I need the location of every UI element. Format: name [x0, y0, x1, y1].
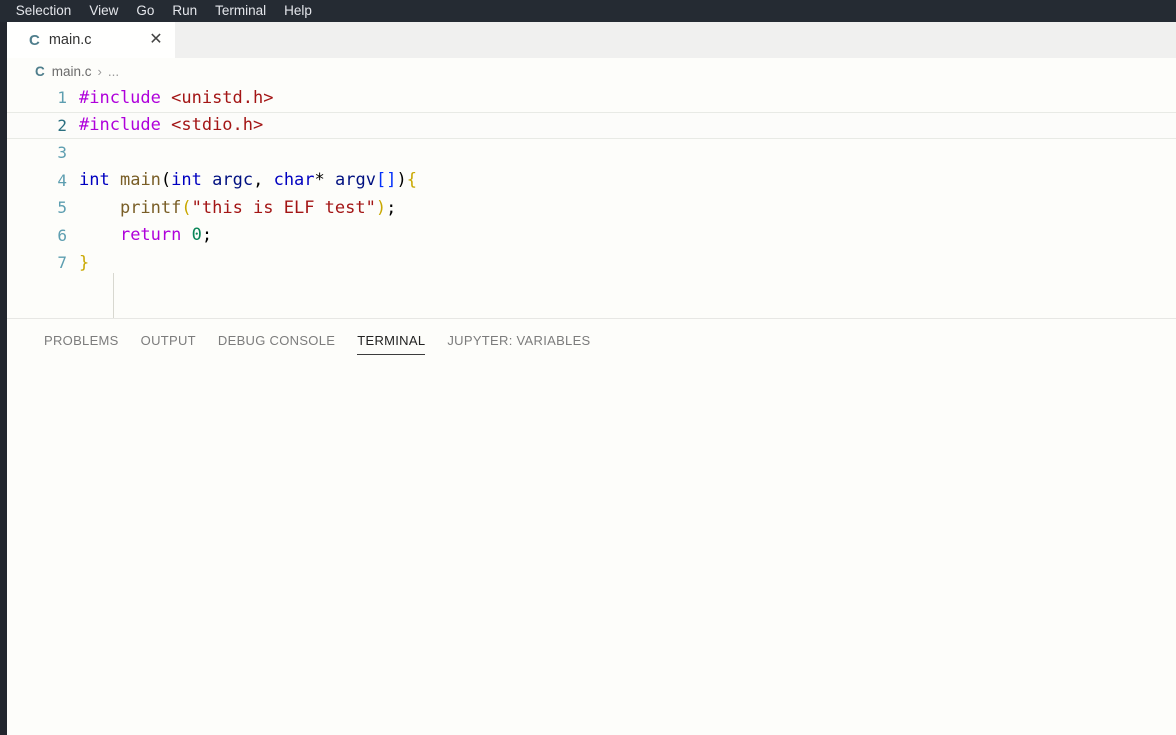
- chevron-right-icon: ›: [98, 64, 102, 79]
- tab-label: main.c: [49, 32, 147, 48]
- menu-bar: t Selection View Go Run Terminal Help: [0, 0, 1176, 22]
- menu-item-go[interactable]: Go: [127, 0, 163, 22]
- panel-tab-problems[interactable]: PROBLEMS: [33, 319, 130, 361]
- line-number: 2: [7, 116, 79, 135]
- code-token: #include: [79, 88, 171, 108]
- line-number: 5: [7, 198, 79, 217]
- bottom-panel: PROBLEMSOUTPUTDEBUG CONSOLETERMINALJUPYT…: [7, 318, 1176, 735]
- code-line[interactable]: 6 return 0;: [7, 222, 1176, 250]
- code-token: argc: [212, 170, 253, 190]
- panel-tab-terminal[interactable]: TERMINAL: [346, 319, 436, 361]
- breadcrumb: C main.c › ...: [7, 58, 1176, 84]
- panel-tab-bar: PROBLEMSOUTPUTDEBUG CONSOLETERMINALJUPYT…: [7, 319, 1176, 361]
- line-number: 4: [7, 171, 79, 190]
- code-line-text: return 0;: [79, 225, 1176, 245]
- code-line[interactable]: 7}: [7, 249, 1176, 277]
- code-token: [181, 225, 191, 245]
- code-line-text: printf("this is ELF test");: [79, 198, 1176, 218]
- code-token: ): [376, 198, 386, 218]
- panel-tab-jupyter-variables[interactable]: JUPYTER: VARIABLES: [436, 319, 601, 361]
- code-token: "this is ELF test": [192, 198, 376, 218]
- editor-and-panel: C main.c ✕ C main.c › ... 1#include <uni…: [7, 22, 1176, 735]
- indent-guide: [113, 273, 114, 318]
- code-line[interactable]: 2#include <stdio.h>: [7, 112, 1176, 140]
- c-file-icon: C: [35, 64, 45, 79]
- code-token: {: [407, 170, 417, 190]
- line-number: 7: [7, 253, 79, 272]
- code-token: int: [79, 170, 110, 190]
- terminal-view[interactable]: ┌──(root㉿r0env)-[~/Desktop/test] └─#: [7, 361, 1176, 735]
- tab-main-c[interactable]: C main.c ✕: [7, 22, 175, 58]
- code-token: <stdio.h>: [171, 115, 263, 135]
- activity-bar[interactable]: [0, 22, 7, 735]
- code-editor[interactable]: 1#include <unistd.h>2#include <stdio.h>3…: [7, 84, 1176, 318]
- code-line-text: }: [79, 253, 1176, 273]
- code-token: int: [171, 170, 202, 190]
- code-token: *: [315, 170, 335, 190]
- code-token: ;: [202, 225, 212, 245]
- breadcrumb-symbols[interactable]: ...: [108, 64, 119, 79]
- code-token: #include: [79, 115, 171, 135]
- menu-item-run[interactable]: Run: [163, 0, 206, 22]
- vscode-window: t Selection View Go Run Terminal Help C …: [0, 0, 1176, 735]
- code-token: printf: [120, 198, 181, 218]
- code-token: return: [120, 225, 181, 245]
- line-number: 6: [7, 226, 79, 245]
- close-icon[interactable]: ✕: [147, 33, 165, 47]
- menu-item-help[interactable]: Help: [275, 0, 321, 22]
- code-token: []: [376, 170, 396, 190]
- workbench-body: C main.c ✕ C main.c › ... 1#include <uni…: [0, 22, 1176, 735]
- line-number: 3: [7, 143, 79, 162]
- code-token: <unistd.h>: [171, 88, 273, 108]
- code-line[interactable]: 1#include <unistd.h>: [7, 84, 1176, 112]
- code-token: [79, 198, 120, 218]
- c-file-icon: C: [29, 32, 40, 49]
- code-token: (: [181, 198, 191, 218]
- code-token: [110, 170, 120, 190]
- code-token: ,: [253, 170, 273, 190]
- line-number: 1: [7, 88, 79, 107]
- panel-tab-debug-console[interactable]: DEBUG CONSOLE: [207, 319, 346, 361]
- breadcrumb-file[interactable]: main.c: [52, 64, 92, 79]
- code-token: char: [274, 170, 315, 190]
- code-token: ): [396, 170, 406, 190]
- code-token: (: [161, 170, 171, 190]
- code-token: }: [79, 253, 89, 273]
- menu-item-terminal[interactable]: Terminal: [206, 0, 275, 22]
- code-line-text: #include <stdio.h>: [79, 115, 1176, 135]
- code-line[interactable]: 4int main(int argc, char* argv[]){: [7, 167, 1176, 195]
- code-token: [202, 170, 212, 190]
- menu-item-selection[interactable]: Selection: [7, 0, 81, 22]
- code-line-text: #include <unistd.h>: [79, 88, 1176, 108]
- panel-tab-output[interactable]: OUTPUT: [130, 319, 207, 361]
- code-line[interactable]: 3: [7, 139, 1176, 167]
- menu-item-edit[interactable]: t: [0, 0, 7, 22]
- code-token: argv: [335, 170, 376, 190]
- code-token: [79, 225, 120, 245]
- code-line-text: int main(int argc, char* argv[]){: [79, 170, 1176, 190]
- editor-group: C main.c ✕ C main.c › ... 1#include <uni…: [7, 22, 1176, 318]
- code-line[interactable]: 5 printf("this is ELF test");: [7, 194, 1176, 222]
- code-token: 0: [192, 225, 202, 245]
- code-token: main: [120, 170, 161, 190]
- code-token: ;: [386, 198, 396, 218]
- editor-tab-bar: C main.c ✕: [7, 22, 1176, 58]
- menu-item-view[interactable]: View: [80, 0, 127, 22]
